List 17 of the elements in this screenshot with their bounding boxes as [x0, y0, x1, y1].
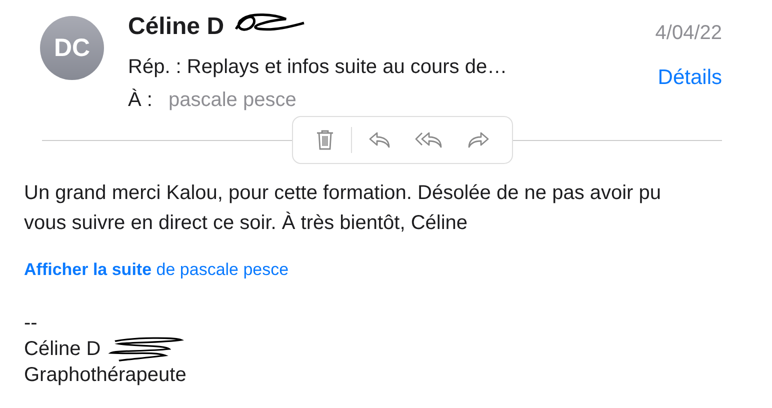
- signature-line: --: [24, 311, 38, 336]
- message-text: Un grand merci Kalou, pour cette formation. Désolée de ne pas avoir pu vous suivre en direct ce soir. À très bientôt, Céline: [24, 181, 662, 236]
- details-link[interactable]: Détails: [658, 66, 722, 90]
- sender-name: Céline D: [128, 13, 224, 41]
- show-more-link[interactable]: Afficher la suite: [24, 260, 152, 279]
- recipient: pascale pesce: [168, 89, 296, 111]
- avatar: DC: [40, 16, 104, 80]
- trash-icon[interactable]: [314, 129, 334, 151]
- signature-line: Céline D: [24, 337, 101, 362]
- reply-all-icon[interactable]: [414, 131, 444, 149]
- subject: Rép. : Replays et infos suite au cours de…: [128, 56, 508, 79]
- forward-icon[interactable]: [466, 131, 490, 149]
- reply-icon[interactable]: [368, 131, 392, 149]
- show-more-source: de pascale pesce: [156, 260, 289, 279]
- to-label: À :: [128, 89, 152, 111]
- signature-line: Graphothérapeute: [24, 363, 186, 388]
- date: 4/04/22: [655, 22, 722, 44]
